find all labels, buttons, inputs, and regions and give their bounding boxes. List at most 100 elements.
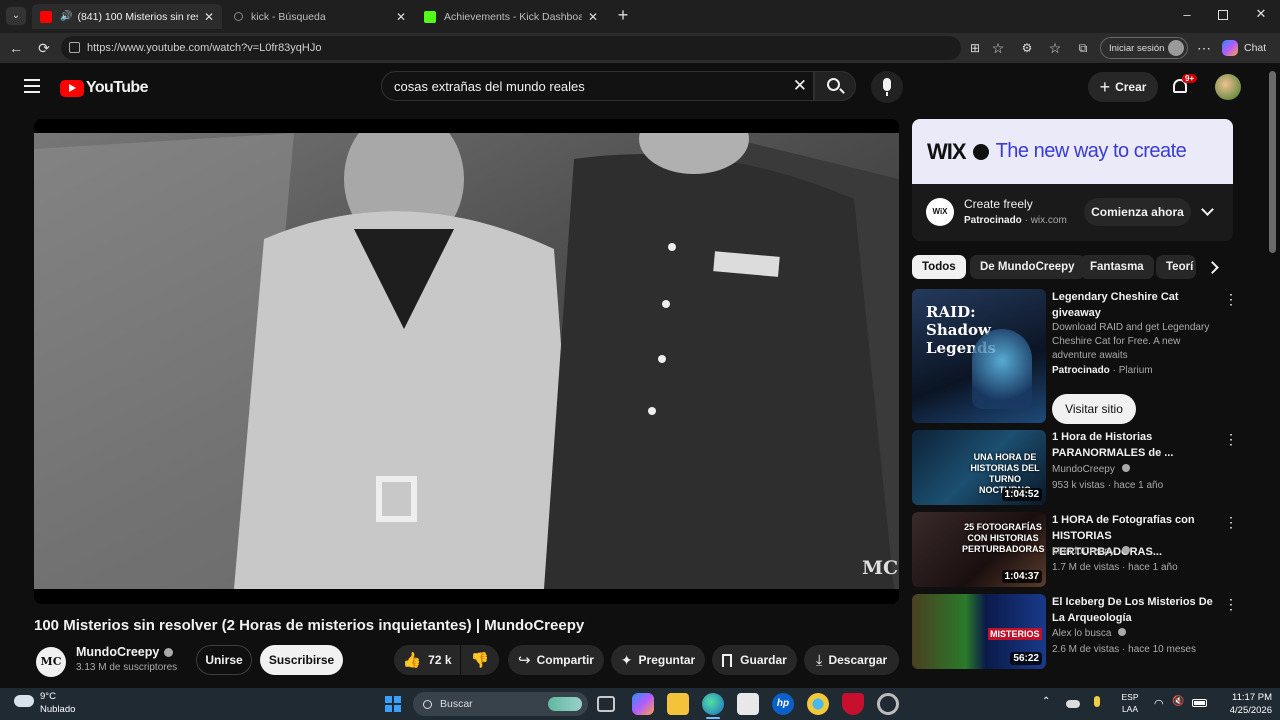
collections-icon[interactable]: ⧉	[1073, 38, 1093, 58]
clock-time: 11:17 PM	[1232, 692, 1272, 703]
maximize-icon[interactable]	[1218, 10, 1228, 20]
rec-title[interactable]: Legendary Cheshire Cat giveaway	[1052, 289, 1217, 321]
visit-site-button[interactable]: Visitar sitio	[1052, 394, 1136, 424]
battery-icon[interactable]	[1192, 699, 1207, 707]
scrollbar-thumb[interactable]	[1269, 71, 1276, 253]
more-menu-icon[interactable]: ⋯	[1194, 38, 1214, 58]
notifications-button[interactable]: 9+	[1170, 74, 1198, 99]
taskbar-search-placeholder: Buscar	[440, 698, 473, 710]
chip-ghost[interactable]: Fantasma	[1080, 255, 1154, 279]
page-scrollbar[interactable]	[1266, 63, 1280, 688]
clock[interactable]: 11:17 PM 4/25/2026	[1218, 691, 1272, 717]
tab-youtube[interactable]: 🔊 (841) 100 Misterios sin resolve ✕	[32, 4, 222, 29]
rec-duration: 56:22	[1010, 652, 1042, 665]
speaker-icon[interactable]: 🔊	[60, 11, 72, 22]
search-button[interactable]	[814, 71, 856, 101]
more-options-icon[interactable]: ⋮	[1224, 515, 1238, 529]
edge-active-indicator	[706, 717, 720, 719]
tab-kick-dashboard[interactable]: Achievements - Kick Dashboard ✕	[416, 4, 606, 29]
ask-button[interactable]: ✦ Preguntar	[611, 645, 705, 675]
ad-cta-button[interactable]: Comienza ahora	[1084, 198, 1191, 226]
ad-info[interactable]: WiX Create freely Patrocinado · wix.com …	[912, 184, 1233, 241]
subscribe-button[interactable]: Suscribirse	[260, 645, 343, 675]
video-player[interactable]: MC	[34, 119, 899, 604]
more-options-icon[interactable]: ⋮	[1224, 292, 1238, 306]
like-count: 72 k	[428, 653, 452, 667]
join-button[interactable]: Unirse	[196, 645, 252, 675]
favorite-star-icon[interactable]: ☆	[988, 38, 1008, 58]
dislike-button[interactable]: 👎	[461, 645, 499, 675]
download-label: Descargar	[828, 653, 888, 667]
wifi-icon[interactable]: ◠	[1154, 697, 1166, 710]
store-icon[interactable]	[737, 693, 759, 715]
create-button[interactable]: + Crear	[1088, 72, 1158, 102]
settings-gear-icon[interactable]	[877, 693, 899, 715]
like-button[interactable]: 👍 72 k	[394, 645, 460, 675]
close-window-icon[interactable]: ✕	[1254, 7, 1268, 21]
show-hidden-icons[interactable]: ⌃	[1042, 696, 1052, 707]
hamburger-menu-icon[interactable]	[24, 79, 40, 93]
mcafee-icon[interactable]	[842, 693, 864, 715]
save-button[interactable]: Guardar	[712, 645, 797, 675]
extensions-icon[interactable]: ⚙	[1017, 38, 1037, 58]
minimize-icon[interactable]: –	[1180, 8, 1194, 22]
sign-in-button[interactable]: Iniciar sesión	[1100, 37, 1188, 59]
notification-badge: 9+	[1182, 74, 1198, 83]
volume-muted-icon[interactable]: 🔇	[1172, 696, 1186, 708]
chip-label: Todos	[922, 261, 956, 273]
chevron-right-icon[interactable]	[1206, 261, 1219, 274]
sponsored-thumbnail[interactable]: RAID: Shadow Legends	[912, 289, 1046, 423]
youtube-logo-text: YouTube	[86, 79, 148, 96]
channel-name[interactable]: MundoCreepy	[76, 645, 174, 659]
chip-from-channel[interactable]: De MundoCreepy	[970, 255, 1085, 279]
copilot-chat-button[interactable]: Chat	[1222, 39, 1274, 57]
search-input[interactable]: cosas extrañas del mundo reales ✕	[381, 71, 814, 101]
channel-avatar[interactable]: MC	[36, 647, 66, 677]
video-title: 100 Misterios sin resolver (2 Horas de m…	[34, 617, 585, 634]
account-avatar[interactable]	[1215, 74, 1241, 100]
hp-icon[interactable]: hp	[772, 693, 794, 715]
rec-title[interactable]: El Iceberg De Los Misterios De La Arqueo…	[1052, 594, 1217, 626]
refresh-icon[interactable]: ⟳	[34, 38, 54, 58]
close-tab-icon[interactable]: ✕	[204, 10, 214, 24]
rec-thumbnail[interactable]: 25 FOTOGRAFÍAS CON HISTORIAS PERTURBADOR…	[912, 512, 1046, 587]
rec-title[interactable]: 1 Hora de Historias PARANORMALES de ...	[1052, 429, 1217, 461]
chevron-down-icon[interactable]	[1201, 203, 1214, 216]
copilot-icon[interactable]	[632, 693, 654, 715]
rec-thumbnail[interactable]: UNA HORA DE HISTORIAS DEL TURNO NOCTURNO…	[912, 430, 1046, 505]
youtube-logo[interactable]: YouTube	[60, 78, 148, 98]
clock-date: 4/25/2026	[1229, 705, 1272, 716]
verified-icon	[1118, 628, 1127, 636]
weather-widget[interactable]: 9°C Nublado	[14, 691, 114, 717]
app-available-icon[interactable]: ⊞	[965, 38, 985, 58]
file-explorer-icon[interactable]	[667, 693, 689, 715]
voice-search-button[interactable]	[871, 71, 903, 103]
favorites-icon[interactable]: ☆	[1045, 38, 1065, 58]
task-view-icon[interactable]	[597, 696, 615, 712]
tab-kick-search[interactable]: kick - Búsqueda ✕	[226, 4, 414, 29]
back-icon[interactable]: ←	[6, 38, 26, 58]
more-options-icon[interactable]: ⋮	[1224, 432, 1238, 446]
mic-tray-icon[interactable]	[1094, 696, 1100, 707]
edge-browser-icon[interactable]	[702, 693, 724, 715]
more-options-icon[interactable]: ⋮	[1224, 597, 1238, 611]
chip-theory[interactable]: Teorí	[1156, 255, 1196, 279]
taskbar-search[interactable]: Buscar	[413, 692, 588, 716]
onedrive-icon[interactable]	[1066, 700, 1080, 708]
chip-all[interactable]: Todos	[912, 255, 966, 279]
language-indicator[interactable]: ESP LAA	[1118, 691, 1142, 717]
ad-banner[interactable]: WIX The new way to create	[912, 119, 1233, 184]
close-tab-icon[interactable]: ✕	[588, 10, 598, 24]
rec-thumbnail[interactable]: MISTERIOS 56:22	[912, 594, 1046, 669]
address-bar[interactable]: https://www.youtube.com/watch?v=L0fr83yq…	[61, 36, 961, 60]
download-button[interactable]: ⤓ Descargar	[804, 645, 899, 675]
new-tab-icon[interactable]: +	[613, 5, 633, 25]
windows-start-icon[interactable]	[382, 693, 404, 715]
share-button[interactable]: ↪ Compartir	[508, 645, 604, 675]
site-info-icon[interactable]	[69, 42, 80, 53]
close-tab-icon[interactable]: ✕	[396, 10, 406, 24]
browser-toolbar: ← ⟳ https://www.youtube.com/watch?v=L0fr…	[0, 33, 1280, 63]
clear-search-icon[interactable]: ✕	[793, 77, 807, 95]
chrome-app-icon[interactable]	[807, 693, 829, 715]
tab-list-button[interactable]: ⌄	[6, 7, 26, 25]
